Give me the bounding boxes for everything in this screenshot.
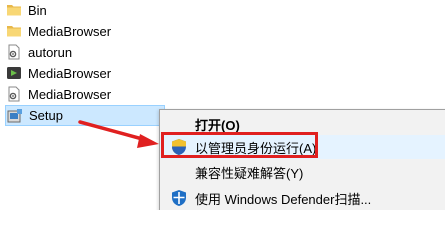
menu-item-open[interactable]: 打开(O) xyxy=(160,112,445,136)
settings-file-icon xyxy=(8,86,20,102)
file-name: MediaBrowser xyxy=(28,23,112,39)
file-item-bin[interactable]: Bin xyxy=(6,0,47,20)
file-item-setup[interactable]: Setup xyxy=(5,105,165,126)
file-item-mediabrowser-config[interactable]: MediaBrowser xyxy=(6,84,111,104)
menu-item-label: 打开(O) xyxy=(195,117,240,133)
menu-item-label: 使用 Windows Defender扫描... xyxy=(195,191,372,207)
file-list: Bin MediaBrowser autorun MediaBrowser Me… xyxy=(0,0,165,140)
menu-item-compat-troubleshoot[interactable]: 兼容性疑难解答(Y) xyxy=(160,160,445,184)
file-name: autorun xyxy=(28,44,73,60)
file-item-mediabrowser-app[interactable]: MediaBrowser xyxy=(6,63,111,83)
defender-shield-icon xyxy=(172,190,186,206)
file-name: Bin xyxy=(28,2,47,18)
menu-item-label: 以管理员身份运行(A) xyxy=(195,140,317,156)
file-item-mediabrowser-folder[interactable]: MediaBrowser xyxy=(6,21,111,41)
context-menu: 打开(O) 以管理员身份运行(A) 兼容性疑难解答(Y) 使用 Windows … xyxy=(159,109,445,210)
file-name: MediaBrowser xyxy=(28,86,112,102)
explorer-window: Bin MediaBrowser autorun MediaBrowser Me… xyxy=(0,0,445,210)
file-item-autorun[interactable]: autorun xyxy=(6,42,72,62)
settings-file-icon xyxy=(8,44,20,60)
menu-item-label: 兼容性疑难解答(Y) xyxy=(195,165,304,181)
uac-shield-icon xyxy=(172,139,186,155)
file-name: MediaBrowser xyxy=(28,65,112,81)
file-name: Setup xyxy=(29,108,63,123)
folder-icon xyxy=(7,5,21,16)
folder-icon xyxy=(7,26,21,37)
menu-item-defender-scan[interactable]: 使用 Windows Defender扫描... xyxy=(160,186,445,210)
menu-item-run-as-admin[interactable]: 以管理员身份运行(A) xyxy=(160,135,445,159)
app-icon xyxy=(7,67,21,79)
setup-icon xyxy=(7,108,22,122)
